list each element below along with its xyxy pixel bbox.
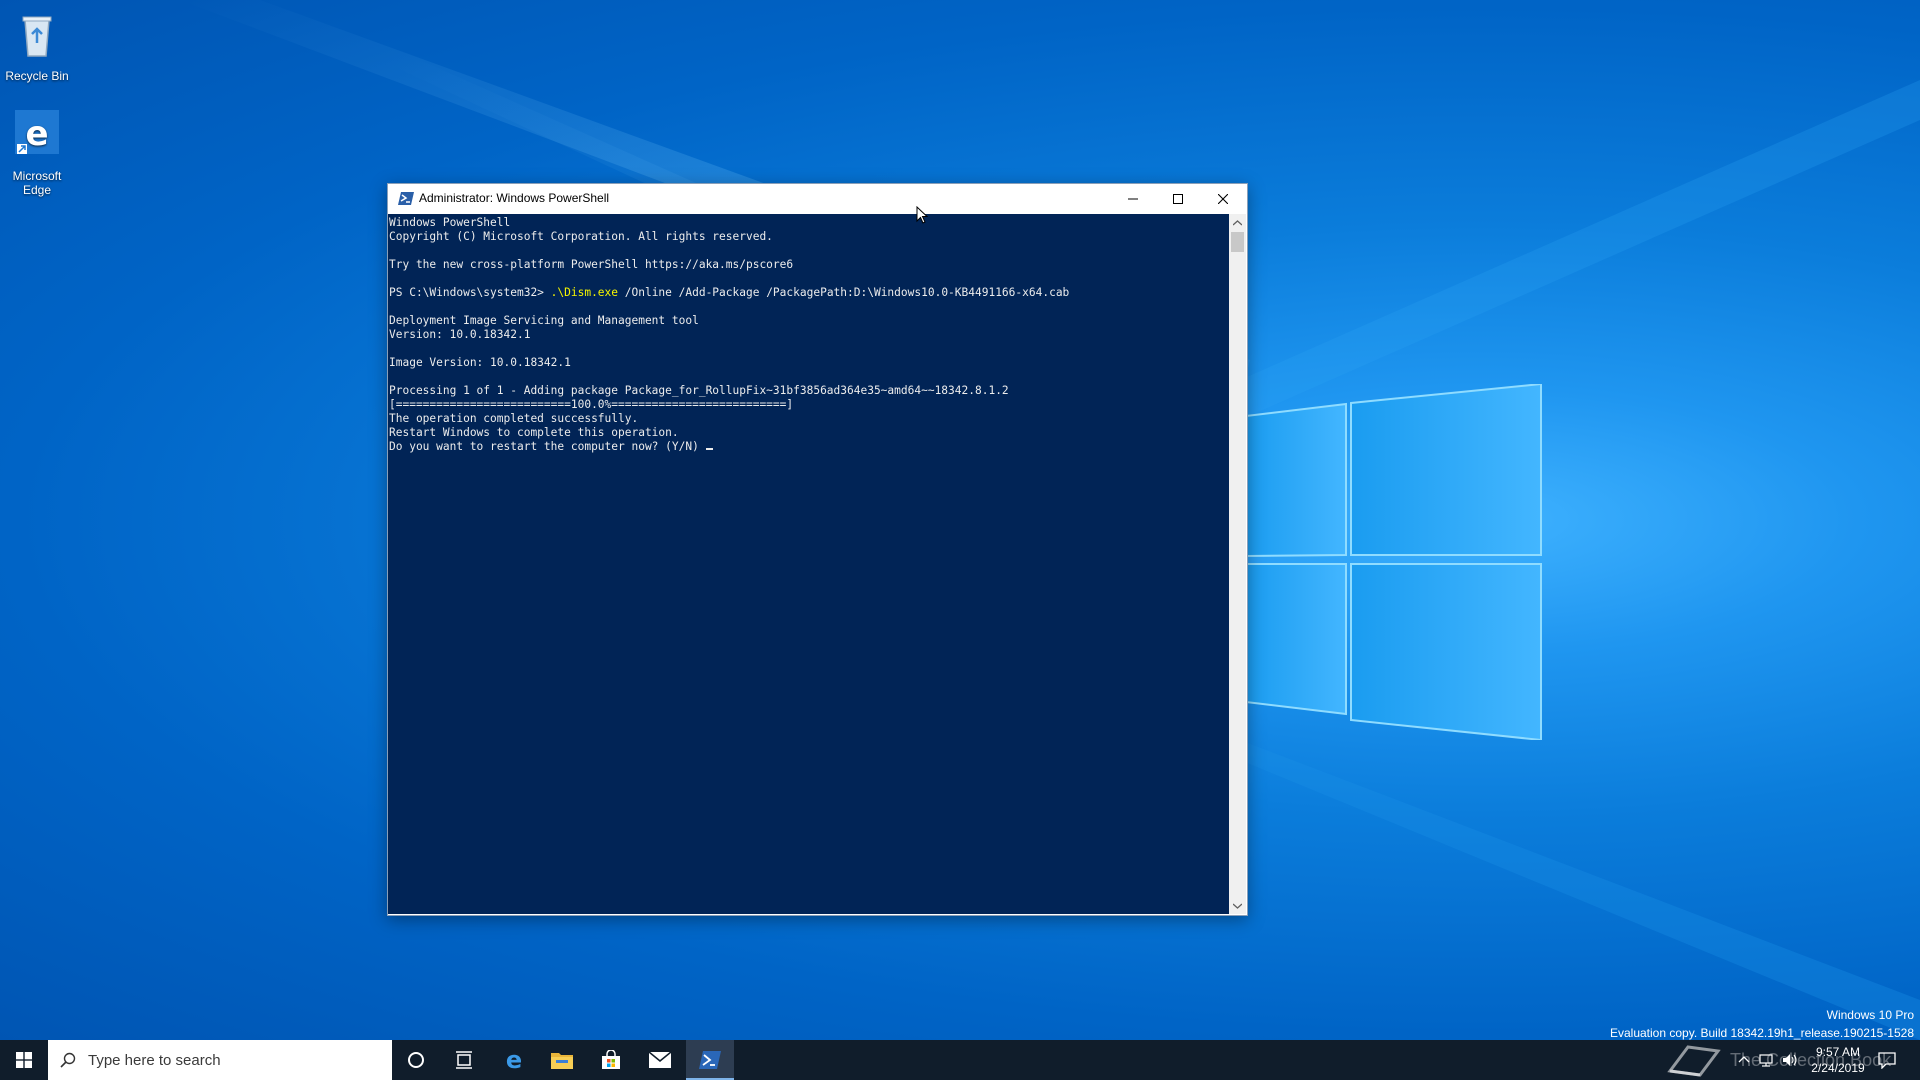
restart-note-line: Restart Windows to complete this operati… <box>389 426 679 439</box>
console-command-exe: .\Dism.exe <box>550 286 619 299</box>
edge-icon: e <box>506 1048 522 1072</box>
desktop-background: Recycle Bin e Microsoft Edge Administrat… <box>0 0 1920 1040</box>
maximize-button[interactable] <box>1155 184 1201 214</box>
network-icon[interactable] <box>1758 1052 1774 1068</box>
dism-tool-name: Deployment Image Servicing and Managemen… <box>389 314 699 327</box>
scroll-up-button[interactable] <box>1229 214 1246 231</box>
windows-start-icon <box>16 1052 32 1068</box>
book-logo-icon <box>1667 1045 1721 1077</box>
scrollbar-thumb[interactable] <box>1231 232 1244 252</box>
powershell-icon <box>699 1051 721 1069</box>
edition-label: Windows 10 Pro <box>1826 1008 1914 1022</box>
recycle-bin-icon <box>22 16 52 57</box>
chevron-up-icon[interactable] <box>1736 1052 1752 1068</box>
close-icon <box>1218 194 1228 204</box>
chevron-up-icon <box>1233 219 1242 225</box>
console-copyright-line: Copyright (C) Microsoft Corporation. All… <box>389 230 773 243</box>
taskbar-edge-button[interactable]: e <box>490 1040 538 1080</box>
progress-bar-text: [==========================100.0%=======… <box>389 398 794 411</box>
chevron-down-icon <box>1233 903 1242 909</box>
svg-text:e: e <box>25 114 48 154</box>
console-output[interactable]: Windows PowerShell Copyright (C) Microso… <box>388 214 1229 914</box>
text-cursor <box>705 448 713 450</box>
console-command-args: /Online /Add-Package /PackagePath:D:\Win… <box>618 286 1070 299</box>
taskbar-store-button[interactable] <box>587 1040 635 1080</box>
vertical-scrollbar[interactable] <box>1229 214 1246 914</box>
cortana-button[interactable] <box>392 1040 440 1080</box>
window-title: Administrator: Windows PowerShell <box>419 191 610 205</box>
dism-version: Version: 10.0.18342.1 <box>389 328 531 341</box>
file-explorer-icon <box>551 1053 573 1069</box>
mail-icon <box>649 1052 671 1068</box>
taskbar: Type here to search e The Collection Boo… <box>0 1040 1920 1080</box>
image-version: Image Version: 10.0.18342.1 <box>389 356 571 369</box>
windows-watermark: Windows 10 Pro Evaluation copy. Build 18… <box>1610 1006 1914 1040</box>
clock-time: 9:57 AM <box>1815 1045 1861 1059</box>
maximize-icon <box>1173 194 1183 204</box>
taskbar-search-box[interactable]: Type here to search <box>48 1040 392 1080</box>
action-center-icon[interactable] <box>1878 1051 1896 1069</box>
processing-line: Processing 1 of 1 - Adding package Packa… <box>389 384 1009 397</box>
build-label: Evaluation copy. Build 18342.19h1_releas… <box>1609 1026 1914 1040</box>
powershell-icon <box>398 192 414 205</box>
minimize-icon <box>1128 198 1138 200</box>
microsoft-edge-label: Microsoft Edge <box>12 169 62 197</box>
success-line: The operation completed successfully. <box>389 412 639 425</box>
edge-icon: e <box>15 110 59 154</box>
minimize-button[interactable] <box>1110 184 1156 214</box>
task-view-icon <box>456 1051 472 1069</box>
store-icon <box>602 1050 620 1069</box>
recycle-bin-label: Recycle Bin <box>5 69 69 83</box>
taskbar-powershell-button[interactable] <box>686 1040 734 1080</box>
mouse-pointer-icon <box>916 206 928 224</box>
taskbar-mail-button[interactable] <box>636 1040 684 1080</box>
system-clock[interactable]: 9:57 AM 2/24/2019 <box>1790 1044 1886 1076</box>
microsoft-edge-shortcut[interactable]: e Microsoft Edge <box>0 108 82 197</box>
taskbar-file-explorer-button[interactable] <box>538 1040 586 1080</box>
start-button[interactable] <box>0 1040 48 1080</box>
search-icon <box>60 1052 76 1068</box>
cortana-icon <box>408 1052 424 1068</box>
console-prompt: PS C:\Windows\system32> <box>389 286 551 299</box>
scroll-down-button[interactable] <box>1229 897 1246 914</box>
windows-logo-wallpaper <box>1246 384 1542 740</box>
console-try-line: Try the new cross-platform PowerShell ht… <box>389 258 794 271</box>
restart-prompt-line: Do you want to restart the computer now?… <box>389 440 706 453</box>
close-button[interactable] <box>1200 184 1246 214</box>
console-banner-line: Windows PowerShell <box>389 216 511 229</box>
task-view-button[interactable] <box>440 1040 488 1080</box>
search-placeholder: Type here to search <box>88 1051 221 1069</box>
clock-date: 2/24/2019 <box>1811 1061 1865 1075</box>
recycle-bin-shortcut[interactable]: Recycle Bin <box>0 8 82 83</box>
svg-text:e: e <box>506 1048 522 1072</box>
window-titlebar[interactable]: Administrator: Windows PowerShell <box>388 184 1247 214</box>
powershell-window[interactable]: Administrator: Windows PowerShell Window… <box>387 183 1248 916</box>
